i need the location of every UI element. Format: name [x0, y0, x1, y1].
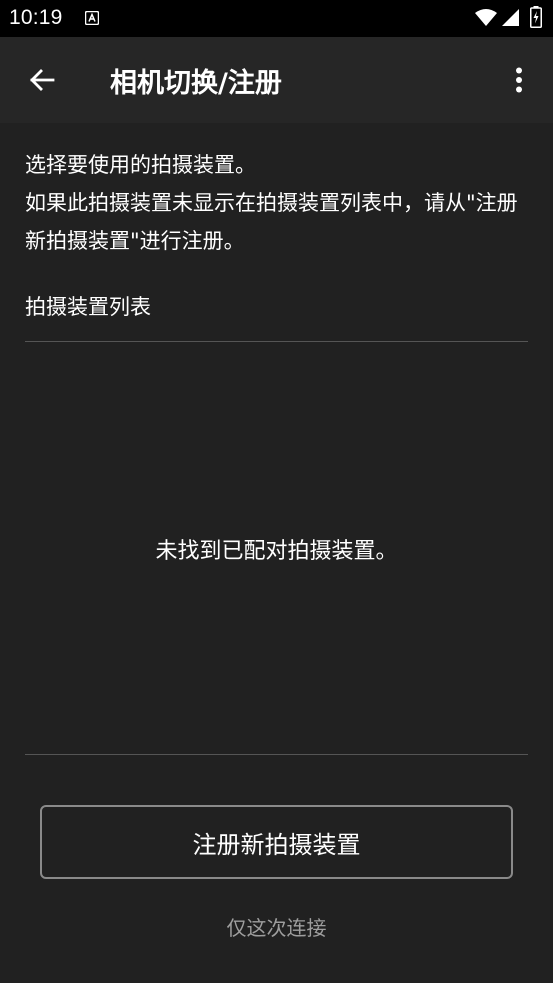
instructions-text: 选择要使用的拍摄装置。 如果此拍摄装置未显示在拍摄装置列表中，请从"注册新拍摄装… [25, 146, 530, 260]
status-time: 10:19 [9, 6, 63, 29]
page-title: 相机切换/注册 [110, 68, 282, 99]
register-new-device-button[interactable]: 注册新拍摄装置 [40, 805, 513, 879]
more-vert-icon [516, 67, 522, 93]
arrow-left-icon [30, 69, 55, 91]
overflow-menu-button[interactable] [498, 58, 540, 102]
instructions-line-2: 如果此拍摄装置未显示在拍摄装置列表中，请从"注册新拍摄装置"进行注册。 [25, 191, 518, 253]
app-bar: 相机切换/注册 [0, 37, 553, 123]
status-bar: 10:19 [0, 0, 553, 37]
battery-charging-icon [530, 6, 542, 28]
device-list-header: 拍摄装置列表 [25, 295, 151, 319]
empty-list-message: 未找到已配对拍摄装置。 [155, 539, 398, 564]
list-bottom-divider [25, 754, 528, 755]
back-button[interactable] [18, 58, 66, 102]
instructions-line-1: 选择要使用的拍摄装置。 [25, 153, 256, 177]
list-top-divider [25, 341, 528, 342]
screen: 10:19 相机切换/注册 选择要使用的拍摄装置。 如果此拍摄装置未显示在拍摄装… [0, 0, 553, 983]
a-badge-icon [85, 11, 99, 25]
signal-icon [502, 9, 519, 26]
connect-once-link[interactable]: 仅这次连接 [0, 912, 553, 941]
wifi-icon [475, 9, 497, 26]
